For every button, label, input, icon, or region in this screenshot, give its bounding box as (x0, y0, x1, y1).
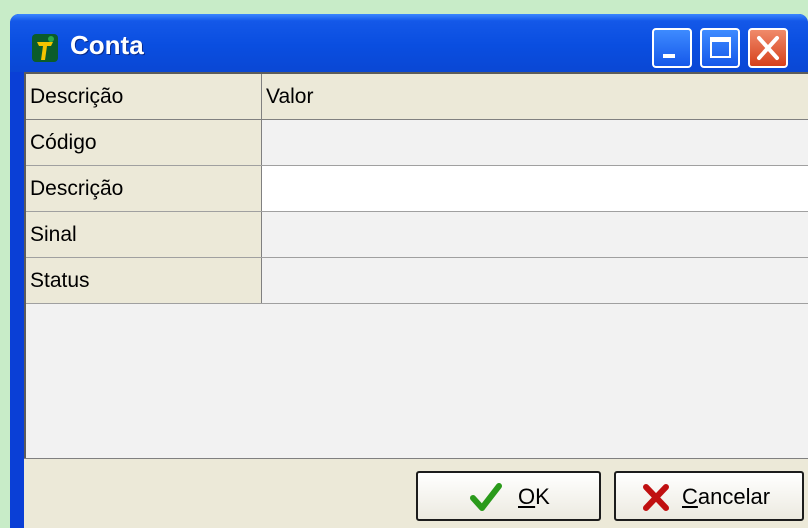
grid-row-sinal[interactable]: Sinal (26, 212, 808, 258)
ok-button[interactable]: OK (416, 471, 601, 521)
minimize-icon (663, 54, 675, 58)
ok-button-label: OK (518, 484, 550, 509)
app-logo-icon (32, 34, 58, 62)
maximize-button[interactable] (700, 28, 740, 68)
row-label: Descrição (26, 166, 262, 211)
cancel-button[interactable]: Cancelar (614, 471, 804, 521)
property-grid[interactable]: Descrição Valor Código Descrição Sinal S… (24, 72, 808, 458)
row-label: Sinal (26, 212, 262, 257)
grid-row-codigo[interactable]: Código (26, 120, 808, 166)
grid-row-descricao[interactable]: Descrição (26, 166, 808, 212)
window-title: Conta (70, 30, 144, 60)
column-header-valor[interactable]: Valor (262, 74, 808, 119)
checkmark-icon (470, 483, 502, 511)
close-icon (757, 36, 779, 60)
dialog-client-area: Descrição Valor Código Descrição Sinal S… (24, 72, 808, 528)
dialog-window: Conta Descrição Valor Código Descrição S… (10, 14, 808, 528)
row-label: Código (26, 120, 262, 165)
minimize-button[interactable] (652, 28, 692, 68)
button-bar: OK Cancelar (24, 458, 808, 528)
row-label: Status (26, 258, 262, 303)
maximize-icon (710, 37, 731, 58)
sinal-value-field[interactable] (262, 212, 808, 257)
grid-row-status[interactable]: Status (26, 258, 808, 304)
close-button[interactable] (748, 28, 788, 68)
descricao-value-field[interactable] (262, 166, 808, 211)
grid-header-row: Descrição Valor (26, 74, 808, 120)
cross-icon (643, 484, 669, 511)
column-header-descricao[interactable]: Descrição (26, 74, 262, 119)
title-bar[interactable]: Conta (10, 14, 808, 72)
status-value-field[interactable] (262, 258, 808, 303)
cancel-button-label: Cancelar (682, 484, 771, 509)
codigo-value-field[interactable] (262, 120, 808, 165)
